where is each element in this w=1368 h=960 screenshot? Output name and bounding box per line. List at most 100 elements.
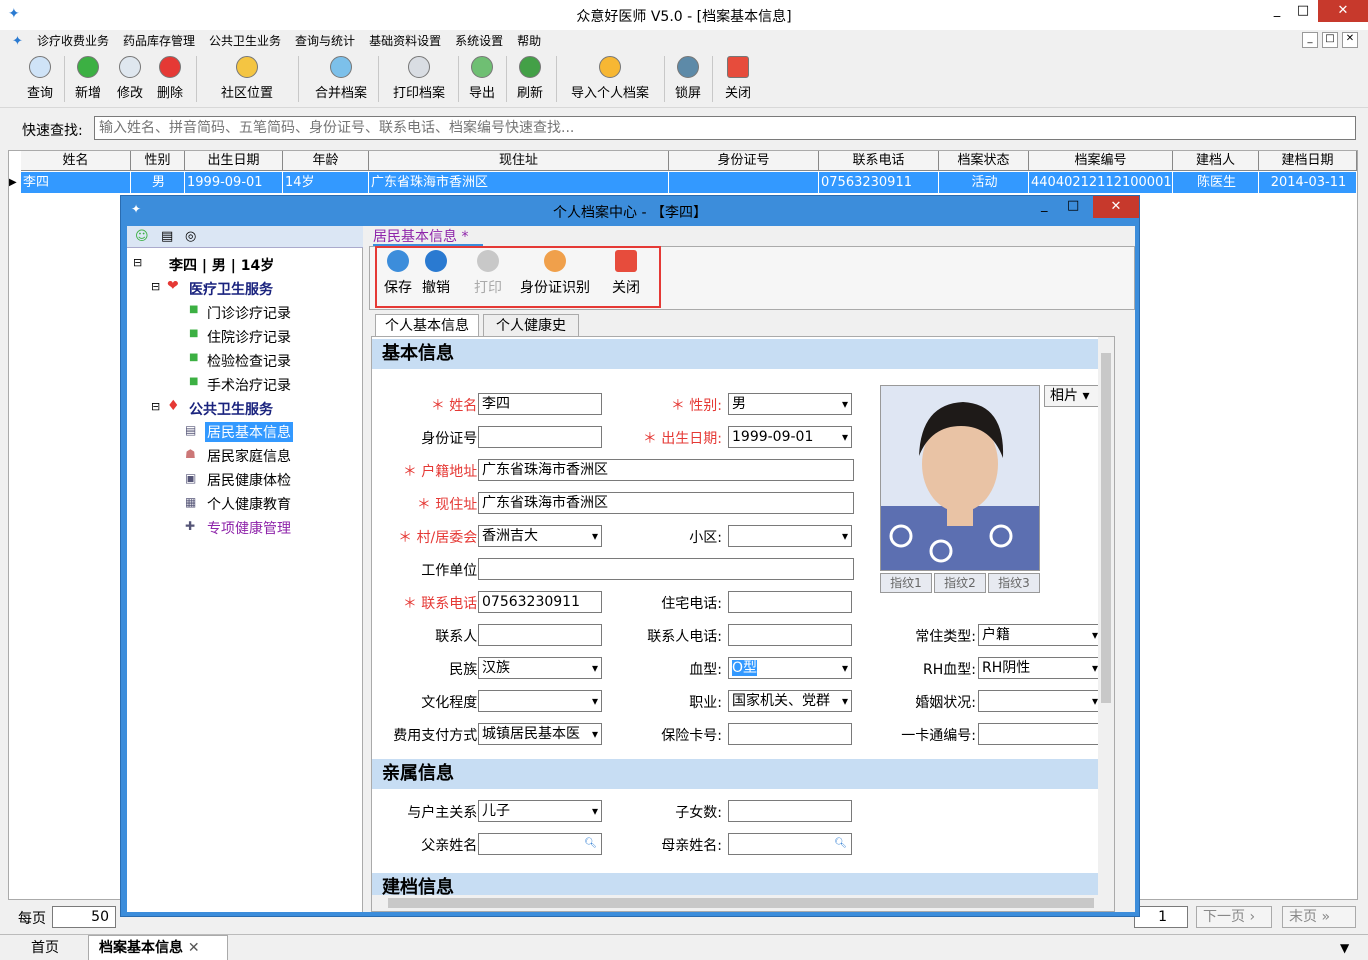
- undo-button[interactable]: 撤销: [419, 250, 453, 297]
- payment-method-select[interactable]: 城镇居民基本医: [478, 723, 602, 745]
- column-header[interactable]: 建档人: [1173, 151, 1259, 171]
- maximize-button[interactable]: □: [1288, 0, 1318, 22]
- tree-item-selected[interactable]: 居民基本信息: [205, 422, 293, 442]
- tree-item[interactable]: 个人健康教育: [207, 494, 291, 514]
- column-header[interactable]: 档案状态: [939, 151, 1029, 171]
- column-header[interactable]: 档案编号: [1029, 151, 1173, 171]
- tree-group-medical[interactable]: 医疗卫生服务: [189, 279, 273, 299]
- menu-item[interactable]: 帮助: [510, 30, 548, 52]
- delete-button[interactable]: 删除: [150, 56, 190, 106]
- column-header[interactable]: 建档日期: [1259, 151, 1357, 171]
- mdi-restore-button[interactable]: □: [1322, 32, 1338, 48]
- vertical-scrollbar[interactable]: [1098, 337, 1114, 895]
- tab-scroll-icon[interactable]: ▼: [1340, 941, 1349, 955]
- people-icon[interactable]: ☺: [135, 229, 149, 244]
- tree-item[interactable]: 门诊诊疗记录: [207, 303, 291, 323]
- mdi-minimize-button[interactable]: _: [1302, 32, 1318, 48]
- card-icon[interactable]: ▤: [161, 229, 173, 244]
- fingerprint-icon[interactable]: ◎: [185, 229, 196, 244]
- column-header[interactable]: 出生日期: [185, 151, 283, 171]
- dob-picker[interactable]: 1999-09-01: [728, 426, 852, 448]
- menu-item[interactable]: 公共卫生业务: [202, 30, 288, 52]
- tree-item[interactable]: 居民健康体检: [207, 470, 291, 490]
- district-select[interactable]: [728, 525, 852, 547]
- collapse-icon[interactable]: ⊟: [151, 400, 160, 413]
- query-button[interactable]: 查询: [20, 56, 60, 106]
- per-page-input[interactable]: 50: [52, 906, 116, 928]
- fingerprint-2-button[interactable]: 指纹2: [934, 573, 986, 593]
- close-window-button[interactable]: ✕: [1318, 0, 1368, 22]
- close-button[interactable]: 关闭: [716, 56, 760, 106]
- mother-name-field[interactable]: 🔍︎: [728, 833, 852, 855]
- current-address-field[interactable]: 广东省珠海市香洲区: [478, 492, 854, 514]
- tree-item[interactable]: 手术治疗记录: [207, 375, 291, 395]
- tab-personal-health-history[interactable]: 个人健康史: [483, 314, 579, 336]
- refresh-button[interactable]: 刷新: [510, 56, 550, 106]
- next-page-button[interactable]: 下一页 ›: [1196, 906, 1272, 928]
- photo-menu-button[interactable]: 相片 ▾: [1044, 385, 1100, 407]
- id-number-field[interactable]: [478, 426, 602, 448]
- gender-select[interactable]: 男: [728, 393, 852, 415]
- name-field[interactable]: 李四: [478, 393, 602, 415]
- print-button[interactable]: 打印: [471, 250, 505, 297]
- resident-type-select[interactable]: 户籍: [978, 624, 1102, 646]
- marriage-select[interactable]: [978, 690, 1102, 712]
- edit-button[interactable]: 修改: [110, 56, 150, 106]
- dialog-minimize-button[interactable]: _: [1041, 198, 1061, 213]
- ethnic-select[interactable]: 汉族: [478, 657, 602, 679]
- menu-item[interactable]: 药品库存管理: [116, 30, 202, 52]
- quick-search-input[interactable]: [94, 116, 1356, 140]
- lock-screen-button[interactable]: 锁屏: [668, 56, 708, 106]
- lookup-icon[interactable]: 🔍︎: [584, 834, 597, 854]
- scroll-thumb[interactable]: [1101, 353, 1111, 703]
- dialog-close-toolbar-button[interactable]: 关闭: [609, 250, 643, 297]
- dialog-close-button[interactable]: ✕: [1093, 196, 1139, 218]
- tree-item[interactable]: 专项健康管理: [207, 518, 291, 538]
- save-button[interactable]: 保存: [381, 250, 415, 297]
- export-button[interactable]: 导出: [462, 56, 502, 106]
- tab-close-icon[interactable]: ✕: [188, 940, 200, 956]
- tree-root[interactable]: 李四 | 男 | 14岁: [169, 255, 274, 275]
- tab-resident-basic-info[interactable]: 居民基本信息 *: [373, 226, 483, 246]
- home-phone-field[interactable]: [728, 591, 852, 613]
- last-page-button[interactable]: 末页 »: [1282, 906, 1356, 928]
- merge-records-button[interactable]: 合并档案: [306, 56, 376, 106]
- tab-home[interactable]: 首页: [10, 937, 80, 959]
- occupation-select[interactable]: 国家机关、党群: [728, 690, 852, 712]
- children-count-field[interactable]: [728, 800, 852, 822]
- horizontal-scrollbar[interactable]: [372, 895, 1114, 911]
- lookup-icon[interactable]: 🔍︎: [834, 834, 847, 854]
- menu-item[interactable]: 系统设置: [448, 30, 510, 52]
- rh-blood-select[interactable]: RH阴性: [978, 657, 1102, 679]
- id-card-recognition-button[interactable]: 身份证识别: [515, 250, 595, 297]
- tab-record-info[interactable]: 档案基本信息 ✕: [88, 935, 228, 960]
- column-header[interactable]: 年龄: [283, 151, 369, 171]
- add-button[interactable]: 新增: [68, 56, 108, 106]
- column-header[interactable]: 现住址: [369, 151, 669, 171]
- card-number-field[interactable]: [978, 723, 1102, 745]
- fingerprint-1-button[interactable]: 指纹1: [880, 573, 932, 593]
- relation-select[interactable]: 儿子: [478, 800, 602, 822]
- father-name-field[interactable]: 🔍︎: [478, 833, 602, 855]
- column-header[interactable]: 性别: [131, 151, 185, 171]
- workplace-field[interactable]: [478, 558, 854, 580]
- collapse-icon[interactable]: ⊟: [151, 280, 160, 293]
- insurance-card-field[interactable]: [728, 723, 852, 745]
- mdi-close-button[interactable]: ✕: [1342, 32, 1358, 48]
- menu-item[interactable]: 基础资料设置: [362, 30, 448, 52]
- contact-phone-field[interactable]: [728, 624, 852, 646]
- village-select[interactable]: 香洲吉大: [478, 525, 602, 547]
- education-select[interactable]: [478, 690, 602, 712]
- column-header[interactable]: 身份证号: [669, 151, 819, 171]
- column-header[interactable]: 联系电话: [819, 151, 939, 171]
- fingerprint-3-button[interactable]: 指纹3: [988, 573, 1040, 593]
- contact-field[interactable]: [478, 624, 602, 646]
- community-location-button[interactable]: 社区位置: [212, 56, 282, 106]
- column-header[interactable]: 姓名: [21, 151, 131, 171]
- page-number-input[interactable]: 1: [1134, 906, 1188, 928]
- dialog-maximize-button[interactable]: □: [1067, 198, 1087, 213]
- tree-item[interactable]: 居民家庭信息: [207, 446, 291, 466]
- collapse-icon[interactable]: ⊟: [133, 256, 142, 269]
- scroll-thumb[interactable]: [388, 898, 1094, 908]
- tree-item[interactable]: 住院诊疗记录: [207, 327, 291, 347]
